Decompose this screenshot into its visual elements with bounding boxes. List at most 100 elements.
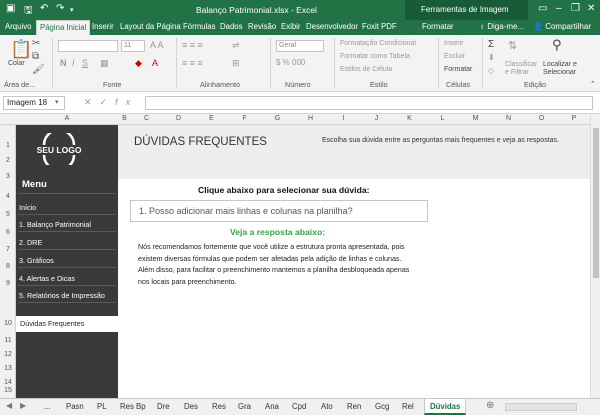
tab-dados[interactable]: Dados [220, 22, 243, 31]
sidebar-item-alertas[interactable]: 4. Alertas e Dicas [19, 274, 75, 283]
sort-filter-button[interactable]: Classificar e Filtrar [505, 61, 541, 77]
sidebar-item-relatorios[interactable]: 5. Relatórios de Impressão [19, 291, 105, 300]
row-header[interactable]: 8 [0, 263, 16, 270]
restore-icon[interactable]: ❐ [571, 3, 580, 14]
row-header[interactable]: 3 [0, 173, 16, 180]
row-header[interactable]: 10 [0, 320, 16, 327]
tab-foxit-pdf[interactable]: Foxit PDF [362, 22, 397, 31]
sheet-tab-rel[interactable]: Rel [402, 402, 414, 411]
col-header-p[interactable]: P [558, 115, 590, 122]
customize-qat-icon[interactable]: ▾ [70, 6, 74, 14]
align-top-icons[interactable]: ≡ ≡ ≡ [182, 40, 203, 50]
question-dropdown[interactable]: 1. Posso adicionar mais linhas e colunas… [130, 200, 428, 222]
sidebar-item-inicio[interactable]: Início [19, 203, 36, 212]
col-header-j[interactable]: J [360, 115, 393, 122]
row-header[interactable]: 1 [0, 142, 16, 149]
col-header-h[interactable]: H [294, 115, 327, 122]
conditional-format-button[interactable]: Formatação Condicional [340, 40, 416, 47]
number-format-box[interactable]: Geral [276, 40, 324, 52]
tab-inserir[interactable]: Inserir [92, 22, 114, 31]
sheet-tab-gra[interactable]: Gra [238, 402, 251, 411]
col-header-d[interactable]: D [162, 115, 195, 122]
tab-pagina-inicial[interactable]: Página Inicial [36, 20, 91, 35]
merge-center-icon[interactable]: ⊞ [232, 58, 240, 69]
prev-sheet-icon[interactable]: ◀ [6, 401, 12, 410]
vertical-scrollbar[interactable] [590, 114, 600, 398]
col-header-n[interactable]: N [492, 115, 525, 122]
font-color-icon[interactable]: A [152, 58, 158, 68]
borders-icon[interactable]: ▦ [100, 58, 109, 69]
row-header[interactable]: 15 [0, 387, 16, 394]
sidebar-item-duvidas[interactable]: Dúvidas Frequentes [16, 316, 118, 332]
delete-cells-button[interactable]: Excluir [444, 53, 465, 60]
sheet-tab-pl[interactable]: PL [97, 402, 107, 411]
col-header-m[interactable]: M [459, 115, 492, 122]
sheet-tab-more[interactable]: ... [44, 402, 51, 411]
tab-arquivo[interactable]: Arquivo [5, 22, 31, 31]
italic-icon[interactable]: I [72, 58, 75, 68]
underline-icon[interactable]: S [82, 58, 88, 68]
sheet-tab-duvidas[interactable]: Dúvidas [424, 399, 467, 415]
row-header[interactable]: 6 [0, 229, 16, 236]
find-select-button[interactable]: Localizar e Selecionar [543, 61, 589, 77]
next-sheet-icon[interactable]: ▶ [20, 401, 26, 410]
row-header[interactable]: 7 [0, 246, 16, 253]
row-header[interactable]: 9 [0, 280, 16, 287]
fill-icon[interactable]: ⬇ [488, 53, 495, 62]
scroll-thumb[interactable] [593, 128, 599, 278]
align-left-icons[interactable]: ≡ ≡ ≡ [182, 58, 203, 68]
formula-bar-icons[interactable]: ✕✓fx [84, 97, 138, 108]
col-header-c[interactable]: C [131, 115, 162, 122]
sheet-tab-cpd[interactable]: Cpd [292, 402, 306, 411]
format-table-button[interactable]: Formatar como Tabela [340, 53, 410, 60]
col-header-f[interactable]: F [228, 115, 261, 122]
row-header[interactable]: 12 [0, 351, 16, 358]
redo-icon[interactable]: ↷ [56, 3, 64, 14]
sheet-tab-res[interactable]: Res [212, 402, 226, 411]
wrap-text-icon[interactable]: ⇌ [232, 40, 240, 51]
number-format-icons[interactable]: $ % 000 [276, 58, 305, 67]
sort-filter-icon[interactable]: ⇅ [508, 39, 517, 52]
sheet-tab-des[interactable]: Des [184, 402, 198, 411]
fill-color-icon[interactable]: ◆ [135, 58, 142, 69]
sum-icon[interactable]: Σ [488, 39, 494, 50]
sidebar-item-balanco[interactable]: 1. Balanço Patrimonial [19, 220, 91, 229]
tell-me-box[interactable]: ♁ Diga-me... [479, 22, 524, 31]
tab-revisao[interactable]: Revisão [248, 22, 276, 31]
formula-input[interactable] [145, 96, 593, 110]
col-header-o[interactable]: O [525, 115, 558, 122]
sheet-tab-res-bp[interactable]: Res Bp [120, 402, 146, 411]
row-header[interactable]: 14 [0, 379, 16, 386]
name-box-dropdown-icon[interactable]: ▾ [55, 98, 59, 106]
add-sheet-icon[interactable]: ⊕ [486, 400, 494, 411]
col-header-g[interactable]: G [261, 115, 294, 122]
cut-icon[interactable]: ✂ [32, 38, 40, 49]
paste-icon[interactable]: 📋 [10, 39, 32, 60]
minimize-icon[interactable]: – [556, 3, 562, 14]
collapse-ribbon-icon[interactable]: ⌃ [590, 80, 596, 88]
tab-formulas[interactable]: Fórmulas [183, 22, 216, 31]
tab-layout[interactable]: Layout da Página [120, 22, 181, 31]
sheet-tab-dre[interactable]: Dre [157, 402, 170, 411]
col-header-k[interactable]: K [393, 115, 426, 122]
row-header[interactable]: 5 [0, 211, 16, 218]
format-painter-icon[interactable]: 🖌 [32, 64, 45, 75]
col-header-a[interactable]: A [16, 115, 118, 122]
clear-icon[interactable]: ◇ [488, 66, 494, 75]
tab-exibir[interactable]: Exibir [281, 22, 301, 31]
col-header-l[interactable]: L [426, 115, 459, 122]
font-grow-icon[interactable]: A A [150, 40, 164, 50]
tab-desenvolvedor[interactable]: Desenvolvedor [306, 22, 358, 31]
excel-app-icon[interactable]: ▣ [6, 3, 15, 14]
tab-formatar[interactable]: Formatar [422, 22, 454, 31]
bold-icon[interactable]: N [60, 58, 67, 68]
col-header-i[interactable]: I [327, 115, 360, 122]
sidebar-item-dre[interactable]: 2. DRE [19, 238, 42, 247]
sidebar-item-graficos[interactable]: 3. Gráficos [19, 256, 54, 265]
paste-button[interactable]: Colar [8, 60, 25, 67]
row-header[interactable]: 11 [0, 337, 16, 344]
row-header[interactable]: 2 [0, 157, 16, 164]
sheet-tab-ana[interactable]: Ana [265, 402, 279, 411]
copy-icon[interactable]: ⧉ [32, 51, 39, 62]
cell-styles-button[interactable]: Estilos de Célula [340, 66, 392, 73]
